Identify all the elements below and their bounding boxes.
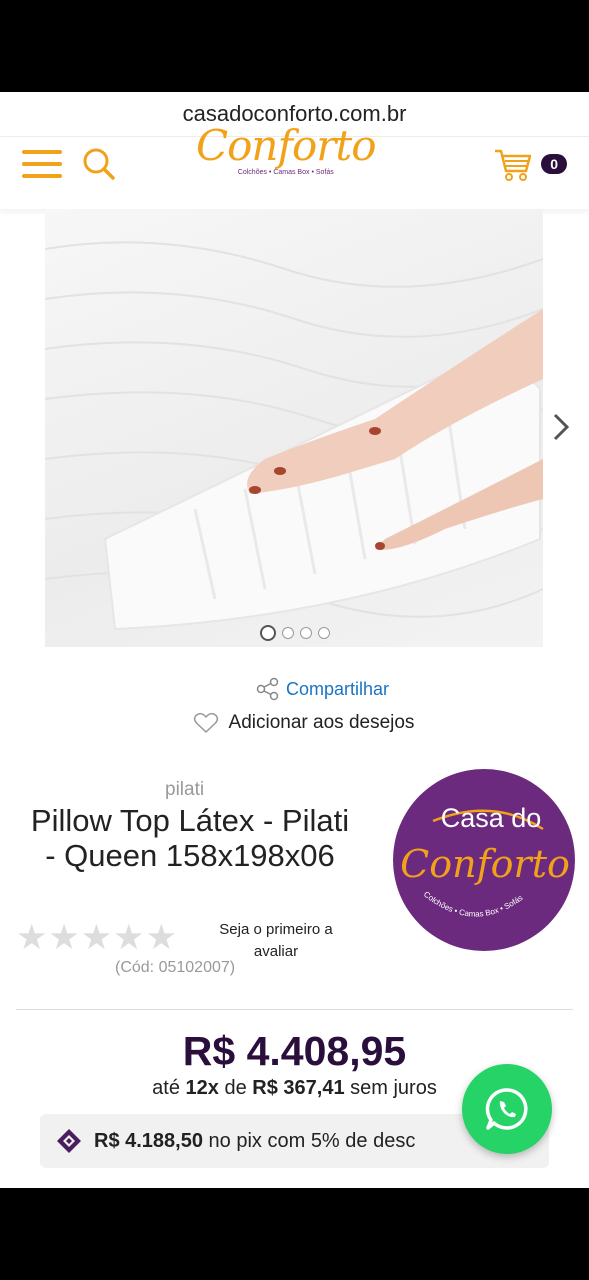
star-icon: ★ bbox=[145, 918, 177, 957]
installments-suffix: sem juros bbox=[350, 1077, 437, 1099]
badge-line2: Conforto bbox=[400, 842, 570, 886]
gallery-dot[interactable] bbox=[317, 627, 330, 639]
product-gallery bbox=[0, 209, 589, 649]
whatsapp-icon bbox=[485, 1088, 528, 1130]
product-actions: Compartilhar Adicionar aos desejos bbox=[0, 677, 589, 735]
site-header: Conforto Colchões • Camas Box • Sofás 0 bbox=[0, 125, 589, 209]
cart-icon[interactable] bbox=[493, 147, 533, 181]
add-to-wishlist-button[interactable]: Adicionar aos desejos bbox=[18, 711, 589, 735]
screen: casadoconforto.com.br Conforto Colchões … bbox=[0, 92, 589, 1188]
site-logo[interactable]: Conforto Colchões • Camas Box • Sofás bbox=[196, 121, 377, 177]
header-left bbox=[22, 147, 116, 181]
next-image-icon[interactable] bbox=[551, 412, 571, 442]
review-prompt[interactable]: Seja o primeiro a avaliar bbox=[206, 919, 346, 963]
gallery-dot[interactable] bbox=[281, 627, 294, 639]
heart-icon bbox=[193, 712, 218, 734]
whatsapp-button[interactable] bbox=[462, 1064, 552, 1154]
installments-prefix: até bbox=[152, 1077, 180, 1099]
brand-badge-logo: Casa do Conforto Colchões • Camas Box • … bbox=[393, 769, 575, 951]
header-right: 0 bbox=[493, 147, 567, 181]
share-button[interactable]: Compartilhar bbox=[56, 677, 589, 701]
divider bbox=[16, 1009, 573, 1010]
logo-script: Conforto bbox=[196, 121, 377, 170]
gallery-dot[interactable] bbox=[299, 627, 312, 639]
pix-price: R$ 4.188,50 bbox=[94, 1129, 203, 1152]
installments-of: de bbox=[224, 1077, 247, 1099]
star-icon: ★ bbox=[16, 918, 48, 957]
wishlist-label: Adicionar aos desejos bbox=[228, 712, 415, 733]
product-image[interactable] bbox=[45, 209, 543, 647]
pix-icon bbox=[57, 1129, 81, 1153]
star-icon: ★ bbox=[80, 918, 113, 957]
product-title: Pillow Top Látex - Pilati - Queen 158x19… bbox=[30, 803, 350, 873]
share-label: Compartilhar bbox=[285, 678, 390, 699]
cart-count-badge[interactable]: 0 bbox=[541, 154, 567, 174]
logo-tagline: Colchões • Camas Box • Sofás bbox=[237, 169, 334, 176]
star-icon: ★ bbox=[48, 918, 80, 957]
installments-value: R$ 367,41 bbox=[252, 1077, 345, 1099]
rating-stars[interactable]: ★ ★ ★ ★ ★ bbox=[16, 920, 177, 955]
product-brand[interactable]: pilati bbox=[165, 779, 204, 801]
gallery-pagination bbox=[0, 625, 589, 641]
product-info: pilati Pillow Top Látex - Pilati - Queen… bbox=[0, 769, 589, 1009]
pix-text: no pix com 5% de desc bbox=[208, 1129, 416, 1152]
gallery-dot[interactable] bbox=[259, 625, 276, 641]
product-code: (Cód: 05102007) bbox=[115, 959, 236, 976]
svg-text:Colchões • Camas Box • Sofás: Colchões • Camas Box • Sofás bbox=[422, 890, 525, 919]
star-icon: ★ bbox=[113, 918, 145, 957]
search-icon[interactable] bbox=[82, 147, 116, 181]
badge-line1: Casa do bbox=[441, 803, 542, 833]
menu-icon[interactable] bbox=[22, 150, 62, 178]
installments-count: 12x bbox=[185, 1077, 219, 1099]
share-icon bbox=[256, 677, 279, 701]
badge-tagline: Colchões • Camas Box • Sofás bbox=[422, 890, 525, 919]
